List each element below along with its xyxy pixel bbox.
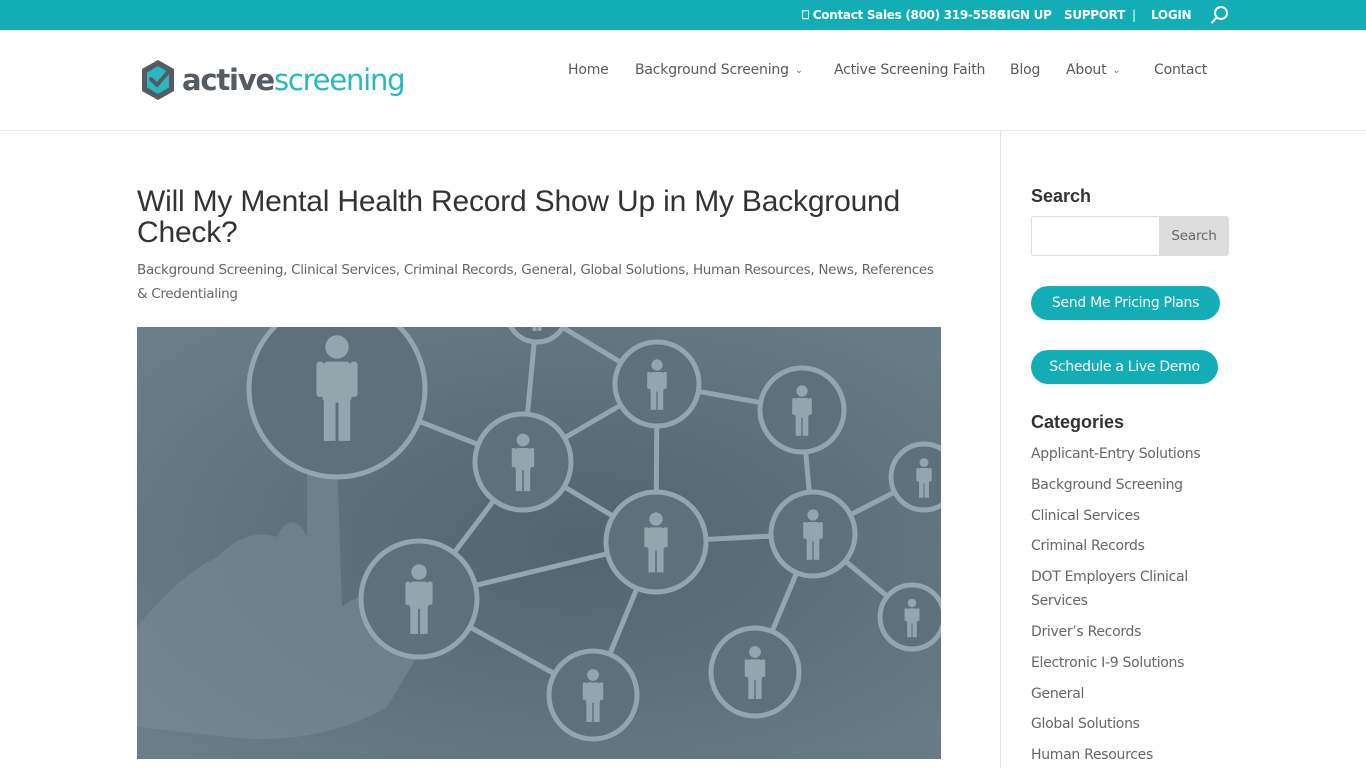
site-header: active screening Home Background Screenin… [0, 30, 1366, 131]
person-node [708, 625, 802, 719]
nav-background-screening[interactable]: Background Screening ⌄ [635, 60, 803, 82]
person-node [358, 538, 480, 660]
person-node [768, 489, 858, 579]
featured-image [137, 327, 941, 759]
post-category-link[interactable]: News [818, 262, 854, 278]
chevron-down-icon: ⌄ [1112, 65, 1121, 76]
post-category-link[interactable]: Global Solutions [580, 262, 685, 278]
nav-active-screening-faith[interactable]: Active Screening Faith [834, 60, 985, 80]
person-node [472, 411, 574, 513]
top-bar: ⎕ Contact Sales (800) 319-5580 SIGN UP S… [0, 0, 1366, 30]
search-input[interactable] [1031, 216, 1160, 256]
person-node [603, 489, 709, 595]
nav-contact[interactable]: Contact [1154, 60, 1207, 80]
post-categories: Background Screening, Clinical Services,… [137, 258, 937, 306]
search-icon[interactable] [1210, 4, 1230, 26]
post-category-link[interactable]: Human Resources [693, 262, 811, 278]
sidebar-category-link[interactable]: DOT Employers Clinical Services [1031, 565, 1196, 613]
nav-label: Home [568, 62, 609, 78]
post-category-link[interactable]: General [521, 262, 572, 278]
chevron-down-icon: ⌄ [794, 65, 803, 76]
support-link[interactable]: SUPPORT [1064, 0, 1125, 30]
sidebar-category-link[interactable]: Driver’s Records [1031, 620, 1226, 644]
category-separator: , [853, 262, 862, 278]
sidebar-category-link[interactable]: Clinical Services [1031, 504, 1226, 528]
login-link[interactable]: LOGIN [1151, 0, 1192, 30]
sidebar-category-link[interactable]: Background Screening [1031, 473, 1226, 497]
category-separator: , [283, 262, 292, 278]
contact-sales-link[interactable]: ⎕ Contact Sales (800) 319-5580 [802, 0, 1005, 30]
send-pricing-plans-button[interactable]: Send Me Pricing Plans [1031, 286, 1220, 320]
nav-label: Contact [1154, 62, 1208, 78]
person-node [612, 339, 702, 429]
topbar-separator: | [1132, 8, 1136, 22]
sidebar-category-link[interactable]: Human Resources [1031, 743, 1226, 767]
network-people-illustration [137, 327, 941, 759]
post-category-link[interactable]: Criminal Records [404, 262, 514, 278]
post-title: Will My Mental Health Record Show Up in … [137, 185, 901, 249]
nav-blog[interactable]: Blog [1010, 60, 1040, 80]
nav-label: Blog [1010, 62, 1041, 78]
nav-label: Background Screening [635, 62, 789, 78]
hexagon-check-icon [142, 60, 174, 100]
categories-list: Applicant-Entry Solutions Background Scre… [1031, 442, 1226, 768]
sign-up-link[interactable]: SIGN UP [998, 0, 1052, 30]
sidebar-category-link[interactable]: Global Solutions [1031, 712, 1226, 736]
person-node [877, 582, 941, 652]
schedule-live-demo-button[interactable]: Schedule a Live Demo [1031, 350, 1218, 384]
logo-word-active: active [182, 63, 275, 97]
person-node [888, 441, 941, 513]
post-category-link[interactable]: Clinical Services [291, 262, 396, 278]
category-separator: , [684, 262, 693, 278]
nav-label: About [1066, 62, 1107, 78]
sidebar-category-link[interactable]: Applicant-Entry Solutions [1031, 442, 1226, 466]
categories-heading: Categories [1031, 412, 1125, 432]
search-button[interactable]: Search [1159, 216, 1229, 256]
sidebar-category-link[interactable]: General [1031, 682, 1226, 706]
post-category-link[interactable]: Background Screening [137, 262, 283, 278]
nav-home[interactable]: Home [568, 60, 609, 80]
sidebar-category-link[interactable]: Electronic I-9 Solutions [1031, 651, 1226, 675]
person-node [246, 327, 428, 480]
logo-word-screening: screening [273, 63, 406, 97]
person-node [757, 365, 847, 455]
search-heading: Search [1031, 186, 1092, 206]
nav-label: Active Screening Faith [834, 62, 986, 78]
person-node [546, 648, 640, 742]
sidebar-category-link[interactable]: Criminal Records [1031, 534, 1226, 558]
category-separator: , [395, 262, 404, 278]
sidebar-divider [1000, 131, 1001, 768]
nav-about[interactable]: About ⌄ [1066, 60, 1121, 82]
site-logo[interactable]: active screening [140, 58, 406, 102]
